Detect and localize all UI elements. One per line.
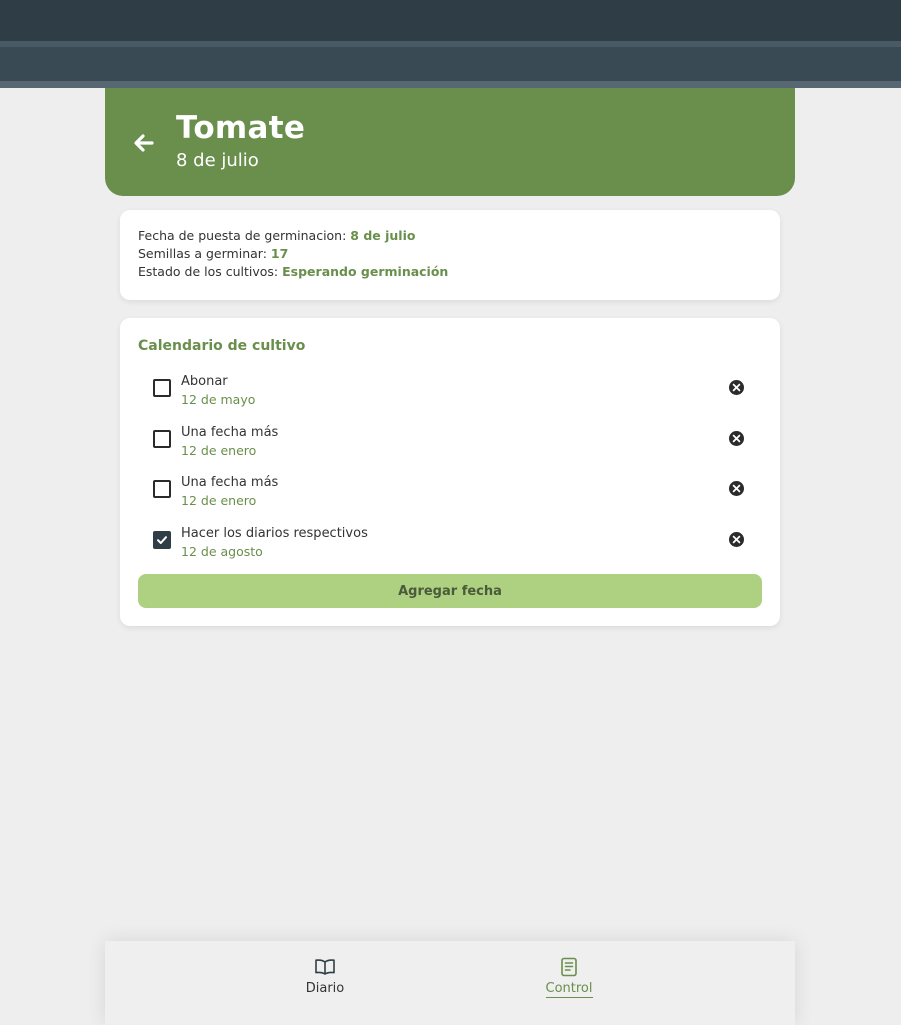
nav-label-diario: Diario xyxy=(305,981,345,996)
item-checkbox[interactable] xyxy=(153,379,171,397)
item-checkbox[interactable] xyxy=(153,430,171,448)
calendar-item: Una fecha más 12 de enero xyxy=(152,425,752,465)
page-header: Tomate 8 de julio xyxy=(105,88,795,196)
remove-circle-icon[interactable] xyxy=(728,379,745,396)
seeds-line: Semillas a germinar: 17 xyxy=(138,246,288,261)
item-checkbox-checked[interactable] xyxy=(153,531,171,549)
back-button[interactable] xyxy=(129,128,159,158)
bottom-navigation: Diario Control xyxy=(105,941,795,1025)
browser-toolbar xyxy=(0,47,901,81)
item-date: 12 de enero xyxy=(181,493,257,508)
item-checkbox[interactable] xyxy=(153,480,171,498)
nav-item-control[interactable]: Control xyxy=(524,957,614,1017)
document-icon xyxy=(561,957,577,977)
germination-date-label: Fecha de puesta de germinacion: xyxy=(138,228,351,243)
germination-date-line: Fecha de puesta de germinacion: 8 de jul… xyxy=(138,228,415,243)
cultivation-calendar-card: Calendario de cultivo Abonar 12 de mayo … xyxy=(120,318,780,626)
germination-date-value: 8 de julio xyxy=(350,228,416,243)
nav-item-diario[interactable]: Diario xyxy=(280,957,370,1017)
browser-top-bar xyxy=(0,0,901,41)
item-label: Una fecha más xyxy=(181,475,279,490)
add-date-button[interactable]: Agregar fecha xyxy=(138,574,762,608)
status-label: Estado de los cultivos: xyxy=(138,264,283,279)
page-subtitle: 8 de julio xyxy=(176,150,259,171)
remove-circle-icon[interactable] xyxy=(728,531,745,548)
book-open-icon xyxy=(315,959,335,975)
crop-info-card: Fecha de puesta de germinacion: 8 de jul… xyxy=(120,210,780,300)
calendar-title: Calendario de cultivo xyxy=(138,338,306,354)
toolbar-divider xyxy=(0,81,901,88)
seeds-value: 17 xyxy=(270,246,289,261)
item-date: 12 de agosto xyxy=(181,544,263,559)
calendar-item: Hacer los diarios respectivos 12 de agos… xyxy=(152,526,752,566)
item-label: Hacer los diarios respectivos xyxy=(181,526,368,541)
status-line: Estado de los cultivos: Esperando germin… xyxy=(138,264,448,279)
item-date: 12 de enero xyxy=(181,443,257,458)
page-title: Tomate xyxy=(176,110,306,146)
seeds-label: Semillas a germinar: xyxy=(138,246,271,261)
arrow-left-icon xyxy=(134,134,154,152)
item-date: 12 de mayo xyxy=(181,392,256,407)
check-icon xyxy=(157,536,167,544)
remove-circle-icon[interactable] xyxy=(728,480,745,497)
status-value: Esperando germinación xyxy=(282,264,449,279)
remove-circle-icon[interactable] xyxy=(728,430,745,447)
item-label: Abonar xyxy=(181,374,228,389)
item-label: Una fecha más xyxy=(181,425,279,440)
calendar-item: Una fecha más 12 de enero xyxy=(152,475,752,515)
nav-label-control: Control xyxy=(545,981,593,998)
calendar-item: Abonar 12 de mayo xyxy=(152,374,752,414)
